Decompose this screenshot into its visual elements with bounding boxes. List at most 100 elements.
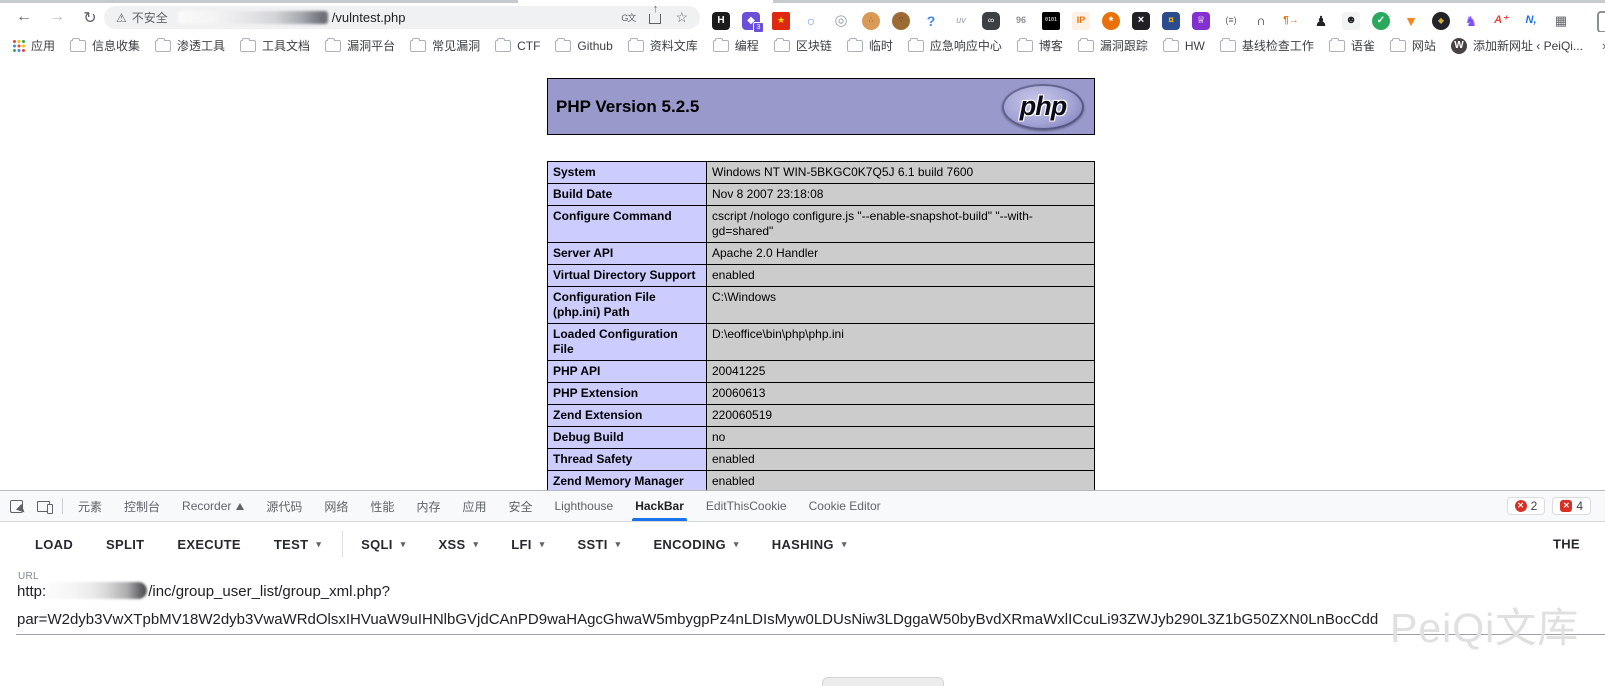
devtools-tab[interactable]: 网络 — [313, 491, 359, 521]
bookmark-item[interactable]: 基线检查工作 — [1220, 37, 1314, 54]
hackbar-menu-test[interactable]: TEST▾ — [274, 537, 321, 552]
share-icon[interactable] — [649, 14, 661, 24]
help-icon[interactable]: ? — [922, 12, 940, 30]
hackbar-menu-encoding[interactable]: ENCODING▾ — [653, 537, 738, 552]
bookmark-item[interactable]: 博客 — [1017, 37, 1063, 54]
hackbar-menu-sqli[interactable]: SQLI▾ — [361, 537, 405, 552]
phpinfo-row: PHP Extension20060613 — [548, 383, 1095, 405]
dark-emblem-icon[interactable]: ◆ — [1432, 12, 1450, 30]
paw-icon[interactable]: * — [1102, 12, 1120, 30]
bookmark-item[interactable]: 工具文档 — [240, 37, 310, 54]
bookmark-item[interactable]: 网站 — [1390, 37, 1436, 54]
x-tool-icon[interactable]: × — [1132, 12, 1150, 30]
back-button[interactable]: ← — [12, 8, 36, 28]
uv-tag-glyph: uv — [956, 16, 966, 25]
menu-label: SSTI — [578, 537, 608, 552]
n-mark-icon[interactable]: N, — [1522, 12, 1540, 30]
phpinfo-row: Configuration File (php.ini) PathC:\Wind… — [548, 287, 1095, 324]
gray-badge-icon[interactable]: 96 — [1012, 12, 1030, 30]
bookmark-item[interactable]: CTF — [495, 39, 540, 53]
hackbar-menu-execute[interactable]: EXECUTE — [177, 537, 241, 552]
warning-icon: ⚠ — [116, 11, 127, 25]
bookmark-star-icon[interactable]: ☆ — [675, 9, 688, 26]
bookmark-item[interactable]: 临时 — [847, 37, 893, 54]
bookmark-item[interactable]: 常见漏洞 — [410, 37, 480, 54]
hackbar-icon[interactable]: H — [712, 12, 730, 30]
puzzle-glyph: ▦ — [1555, 14, 1567, 27]
bookmark-item[interactable]: Github — [555, 39, 612, 53]
ninja-icon[interactable]: ♟ — [1312, 12, 1330, 30]
wappalyzer-icon[interactable]: ◆3 — [742, 12, 760, 30]
bookmark-item[interactable]: 漏洞跟踪 — [1078, 37, 1148, 54]
issues-badge[interactable]: ✕ 4 — [1552, 497, 1591, 515]
devtools-tab[interactable]: Recorder — [171, 491, 255, 521]
hackbar-menu-xss[interactable]: XSS▾ — [439, 537, 479, 552]
fedora-hat-icon[interactable]: ∩ — [1252, 12, 1270, 30]
proxy-pin-icon[interactable]: ○ — [802, 12, 820, 30]
bookmark-item[interactable]: 信息收集 — [70, 37, 140, 54]
url-field-line1[interactable]: http:/inc/group_user_list/group_xml.php? — [17, 582, 390, 600]
binary-block-icon[interactable]: 0101 — [1042, 12, 1060, 30]
metamask-fox-icon[interactable]: ▼ — [1402, 12, 1420, 30]
hacker-card-icon[interactable]: ☻ — [1342, 12, 1360, 30]
bookmark-item[interactable]: 应用 — [13, 37, 55, 54]
chevron-down-icon: ▾ — [616, 539, 621, 550]
uv-tag-icon[interactable]: uv — [952, 12, 970, 30]
navy-shield-icon[interactable]: ¤ — [1162, 12, 1180, 30]
hackbar-menu-load[interactable]: LOAD — [35, 537, 73, 552]
puzzle-icon[interactable]: ▦ — [1552, 12, 1570, 30]
forward-button[interactable]: → — [45, 8, 69, 28]
a-plus-icon[interactable]: A⁺ — [1492, 12, 1510, 30]
incognito-car-icon[interactable]: ∞ — [982, 12, 1000, 30]
devtools-tab[interactable]: 性能 — [359, 491, 405, 521]
ip-lookup-icon[interactable]: IP — [1072, 12, 1090, 30]
devtools-tab[interactable]: 内存 — [405, 491, 451, 521]
security-label[interactable]: 不安全 — [132, 9, 168, 26]
hackbar-menu-ssti[interactable]: SSTI ▾ — [578, 537, 621, 552]
bookmark-item[interactable]: 渗透工具 — [155, 37, 225, 54]
devtools-tab[interactable]: 源代码 — [255, 491, 313, 521]
green-check-icon[interactable]: ✓ — [1372, 12, 1390, 30]
braces-icon[interactable]: (≡) — [1222, 12, 1240, 30]
hackbar-menu-hashing[interactable]: HASHING▾ — [772, 537, 847, 552]
cookie-icon[interactable]: ∴ — [862, 12, 880, 30]
bookmark-item[interactable]: 语雀 — [1329, 37, 1375, 54]
reload-button[interactable]: ↻ — [78, 8, 102, 28]
bookmark-label: 漏洞平台 — [347, 37, 395, 54]
braces-glyph: (≡) — [1225, 16, 1236, 25]
devtools-tab[interactable]: 元素 — [67, 491, 113, 521]
hackbar-menu-lfi[interactable]: LFI▾ — [511, 537, 544, 552]
folder-icon — [1390, 40, 1406, 52]
console-errors-badge[interactable]: ✕ 2 — [1507, 497, 1546, 515]
translate-icon[interactable]: G文 — [621, 11, 635, 24]
url-field-line2[interactable]: par=W2dyb3VwXTpbMV18W2dyb3VwaWRdOlsxIHVu… — [17, 611, 1378, 628]
bookmark-label: 添加新网址 ‹ PeiQi... — [1473, 37, 1583, 54]
device-toolbar-icon[interactable] — [37, 501, 50, 512]
bookmark-item[interactable]: 资料文库 — [628, 37, 698, 54]
devtools-tab[interactable]: 安全 — [497, 491, 543, 521]
inspect-element-icon[interactable] — [10, 500, 23, 513]
bookmark-item[interactable]: W添加新网址 ‹ PeiQi... — [1451, 37, 1583, 54]
bookmark-item[interactable]: 编程 — [713, 37, 759, 54]
bookmark-item[interactable]: 漏洞平台 — [325, 37, 395, 54]
devtools-tab[interactable]: EditThisCookie — [695, 491, 798, 521]
bookmark-item[interactable]: 应急响应中心 — [908, 37, 1002, 54]
donut-icon[interactable]: ◎ — [832, 12, 850, 30]
hackbar-theme-menu[interactable]: THE — [1553, 537, 1580, 552]
address-bar[interactable]: ⚠ 不安全 /vulntest.php G文 ☆ — [104, 6, 700, 29]
hackbar-menu-split[interactable]: SPLIT — [106, 537, 144, 552]
devtools-tab[interactable]: HackBar — [624, 491, 695, 521]
bookmark-item[interactable]: HW — [1163, 39, 1205, 53]
url-path[interactable]: /vulntest.php — [332, 10, 406, 25]
purple-rabbit-icon[interactable]: ♞ — [1462, 12, 1480, 30]
devtools-tab[interactable]: Lighthouse — [543, 491, 624, 521]
bookmark-item[interactable]: 区块链 — [774, 37, 832, 54]
devtools-tab[interactable]: 应用 — [451, 491, 497, 521]
purple-crown-icon[interactable]: ♕ — [1192, 12, 1210, 30]
devtools-tab[interactable]: 控制台 — [113, 491, 171, 521]
php-logo-text: php — [1020, 91, 1066, 122]
devtools-tab[interactable]: Cookie Editor — [798, 491, 892, 521]
pilcrow-arrow-icon[interactable]: ¶→ — [1282, 12, 1300, 30]
cookie-bitten-icon[interactable]: ∵ — [892, 12, 910, 30]
china-flag-icon[interactable]: ★ — [772, 12, 790, 30]
